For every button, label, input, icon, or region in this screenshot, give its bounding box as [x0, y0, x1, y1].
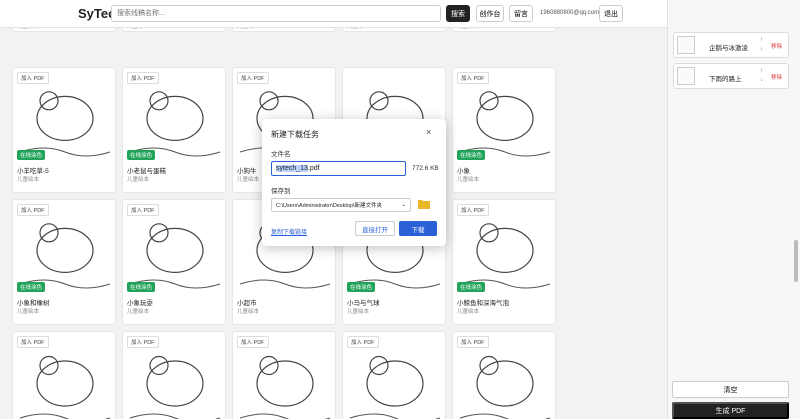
search-input[interactable]: [111, 5, 441, 22]
color-online-badge: 在线涂色: [457, 282, 486, 292]
color-online-badge: 在线涂色: [17, 282, 46, 292]
open-button[interactable]: 直接打开: [355, 221, 395, 236]
card-title: 小狗牛: [237, 168, 257, 175]
add-pdf-button[interactable]: 加入 PDF: [237, 336, 269, 348]
reorder-arrows-icon[interactable]: ↑ ↓: [760, 67, 763, 85]
add-pdf-button[interactable]: 加入 PDF: [17, 336, 49, 348]
queue-thumbnail: [677, 67, 695, 85]
generate-pdf-button[interactable]: 生成 PDF: [672, 402, 789, 419]
filename-label: 文件名: [271, 151, 291, 158]
add-pdf-button[interactable]: 加入 PDF: [17, 72, 49, 84]
copy-link[interactable]: 复制下载链接: [271, 227, 307, 236]
queue-thumbnail: [677, 36, 695, 54]
saveto-label: 保存到: [271, 188, 291, 195]
reorder-arrows-icon[interactable]: ↑ ↓: [760, 36, 763, 54]
color-online-badge: 在线涂色: [17, 150, 46, 160]
file-size: 772.6 KB: [412, 165, 439, 172]
creator-button[interactable]: 创作台: [476, 5, 504, 22]
card-title: 小象: [457, 168, 470, 175]
scrollbar-thumb[interactable]: [794, 240, 798, 282]
artwork-card[interactable]: 加入 PDF 在线涂色小老鼠与蛋糕 儿童绘本: [122, 67, 226, 193]
artwork-card[interactable]: 加入 PDF 在线涂色小象玩耍儿童绘本: [122, 199, 226, 325]
card-subtitle: 儿童绘本: [457, 309, 480, 315]
artwork-card[interactable]: 加入 PDF 在线涂色小象儿童绘本: [452, 67, 556, 193]
filename-input[interactable]: sytech_13 .pdf: [271, 161, 406, 176]
clear-button[interactable]: 清空: [672, 381, 789, 398]
card-title: 小超市: [237, 300, 257, 307]
remove-button[interactable]: 移除: [771, 42, 782, 50]
download-button[interactable]: 下载: [399, 221, 437, 236]
artwork-card[interactable]: 加入 PDF: [232, 331, 336, 419]
download-dialog: 新建下载任务 × 文件名 sytech_13 .pdf 772.6 KB 保存到 …: [262, 119, 446, 246]
card-subtitle: 儿童绘本: [457, 177, 480, 183]
color-online-badge: 在线涂色: [127, 282, 156, 292]
artwork-card[interactable]: 加入 PDF: [12, 331, 116, 419]
add-pdf-button[interactable]: 加入 PDF: [127, 204, 159, 216]
card-title: 小羊吃草-5: [17, 168, 49, 175]
card-title: 小象玩耍: [127, 300, 153, 307]
add-pdf-button[interactable]: 加入 PDF: [457, 72, 489, 84]
card-title: 小鲸鱼和深海气泡: [457, 300, 509, 307]
artwork-card[interactable]: 加入 PDF 在线涂色小鲸鱼和深海气泡 儿童绘本: [452, 199, 556, 325]
close-icon[interactable]: ×: [426, 127, 431, 137]
card-subtitle: 儿童绘本: [237, 309, 260, 315]
filename-selected: sytech_13: [276, 165, 308, 172]
card-title: 小老鼠与蛋糕: [127, 168, 166, 175]
queue-item[interactable]: 企鹅与冰激凌 ↑ ↓ 移除: [673, 32, 789, 58]
card-subtitle: 儿童绘本: [347, 309, 370, 315]
add-pdf-button[interactable]: 加入 PDF: [237, 72, 269, 84]
chevron-down-icon: ⌄: [401, 202, 406, 208]
queue-item[interactable]: 下雨的路上 ↑ ↓ 移除: [673, 63, 789, 89]
color-online-badge: 在线涂色: [127, 150, 156, 160]
logout-button[interactable]: 退出: [599, 5, 623, 22]
card-subtitle: 儿童绘本: [17, 177, 40, 183]
save-path-value: C:\Users\Administrator\Desktop\新建文件夹: [276, 203, 383, 209]
folder-icon[interactable]: [418, 199, 430, 209]
queue-item-name: 下雨的路上: [709, 76, 742, 83]
queue-item-name: 企鹅与冰激凌: [709, 45, 748, 52]
add-pdf-button[interactable]: 加入 PDF: [127, 336, 159, 348]
add-pdf-button[interactable]: 加入 PDF: [457, 336, 489, 348]
add-pdf-button[interactable]: 加入 PDF: [457, 204, 489, 216]
artwork-card[interactable]: 加入 PDF 在线涂色小羊吃草-5 儿童绘本: [12, 67, 116, 193]
dialog-title: 新建下载任务: [271, 130, 319, 139]
filename-ext: .pdf: [307, 165, 320, 172]
card-title: 小象和橡树: [17, 300, 50, 307]
artwork-card[interactable]: 加入 PDF 在线涂色小象和橡树儿童绘本: [12, 199, 116, 325]
add-pdf-button[interactable]: 加入 PDF: [17, 204, 49, 216]
remove-button[interactable]: 移除: [771, 73, 782, 81]
card-title: 小马与气球: [347, 300, 380, 307]
user-email: 1960880800@qq.com: [540, 10, 600, 16]
artwork-card[interactable]: 加入 PDF: [122, 331, 226, 419]
top-bar: SyTech 搜索 创作台 留言 1960880800@qq.com 退出: [0, 0, 667, 28]
search-button[interactable]: 搜索: [446, 5, 470, 22]
artwork-card[interactable]: 加入 PDF: [452, 331, 556, 419]
card-subtitle: 儿童绘本: [127, 177, 150, 183]
add-pdf-button[interactable]: 加入 PDF: [347, 336, 379, 348]
artwork-card[interactable]: 加入 PDF: [342, 331, 446, 419]
card-subtitle: 儿童绘本: [237, 177, 260, 183]
message-button[interactable]: 留言: [509, 5, 533, 22]
card-subtitle: 儿童绘本: [17, 309, 40, 315]
color-online-badge: 在线涂色: [457, 150, 486, 160]
save-path-select[interactable]: C:\Users\Administrator\Desktop\新建文件夹 ⌄: [271, 198, 411, 212]
card-subtitle: 儿童绘本: [127, 309, 150, 315]
add-pdf-button[interactable]: 加入 PDF: [127, 72, 159, 84]
color-online-badge: 在线涂色: [347, 282, 376, 292]
